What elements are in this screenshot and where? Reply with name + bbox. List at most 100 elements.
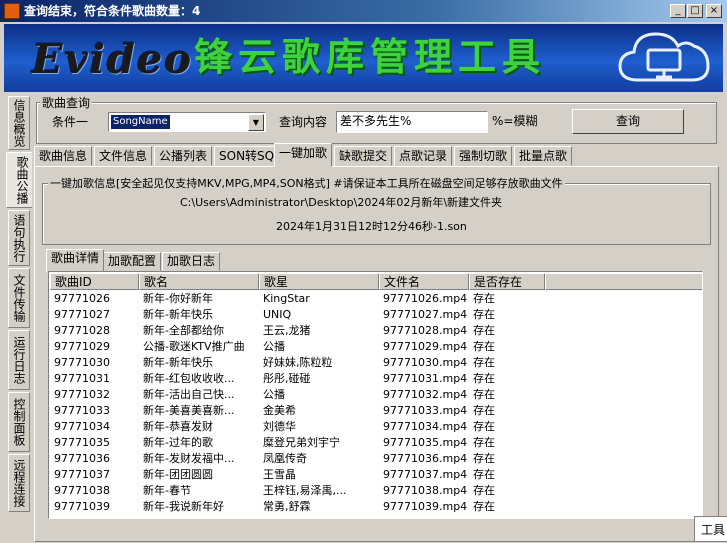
column-header-file-name[interactable]: 文件名 [379,273,469,290]
cell-song-name: 新年-新年快乐 [143,308,213,321]
table-row[interactable]: 97771039 新年-我说新年好 常勇,舒霖 97771039.mp4 存在 [50,499,702,515]
chevron-down-icon[interactable]: ▼ [248,114,264,131]
table-row[interactable]: 97771032 新年-活出自己快... 公播 97771032.mp4 存在 [50,387,702,403]
cell-song-id: 97771035 [54,436,110,449]
cell-exists: 存在 [473,356,495,369]
minimize-button[interactable]: _ [670,4,686,18]
cell-file-name: 97771031.mp4 [383,372,468,385]
tooltip: 工具 [694,516,727,542]
table-row[interactable]: 97771034 新年-恭喜发财 刘德华 97771034.mp4 存在 [50,419,702,435]
cell-singer: 公播 [263,340,285,353]
cell-song-id: 97771036 [54,452,110,465]
cell-song-name: 新年-恭喜发财 [143,420,213,433]
column-header-exists[interactable]: 是否存在 [469,273,545,290]
table-row[interactable]: 97771033 新年-美喜美喜新... 金美希 97771033.mp4 存在 [50,403,702,419]
cell-singer: 金美希 [263,404,296,417]
subtab-add-log[interactable]: 加歌日志 [162,252,221,271]
target-path: C:\Users\Administrator\Desktop\2024年02月新… [180,196,503,209]
cell-song-id: 97771038 [54,484,110,497]
window-title: 查询结束，符合条件歌曲数量：4 [24,4,201,18]
column-header-song-name[interactable]: 歌名 [139,273,259,290]
tab-force-switch[interactable]: 强制切歌 [454,146,513,166]
cloud-monitor-icon [618,32,710,82]
tab-missing-submit[interactable]: 缺歌提交 [334,146,393,166]
cell-exists: 存在 [473,468,495,481]
cell-exists: 存在 [473,340,495,353]
table-row[interactable]: 97771028 新年-全部都给你 王云,龙猪 97771028.mp4 存在 [50,323,702,339]
cell-song-id: 97771032 [54,388,110,401]
side-tab-overview[interactable]: 信息概览 [8,96,30,150]
banner: Evideo 锋云歌库管理工具 [4,24,723,92]
cell-exists: 存在 [473,500,495,513]
table-row[interactable]: 97771029 公播-歌迷KTV推广曲 公播 97771029.mp4 存在 [50,339,702,355]
subtab-add-config[interactable]: 加歌配置 [103,252,162,271]
column-header-song-id[interactable]: 歌曲ID [50,273,139,290]
tab-file-info[interactable]: 文件信息 [94,146,153,166]
side-tab-song-broadcast[interactable]: 歌曲公播 [6,152,32,208]
cell-song-id: 97771030 [54,356,110,369]
cell-exists: 存在 [473,420,495,433]
cell-singer: KingStar [263,292,310,305]
cell-singer: 王雪晶 [263,468,296,481]
side-tab-file-transfer[interactable]: 文件传输 [8,268,30,328]
cell-file-name: 97771037.mp4 [383,468,468,481]
brand-logo: Evideo [32,36,194,83]
table-row[interactable]: 97771035 新年-过年的歌 糜登兄弟刘宇宁 97771035.mp4 存在 [50,435,702,451]
tab-broadcast-list[interactable]: 公播列表 [154,146,213,166]
table-row[interactable]: 97771036 新年-发财发福中... 凤凰传奇 97771036.mp4 存在 [50,451,702,467]
tab-play-record[interactable]: 点歌记录 [394,146,453,166]
table-row[interactable]: 97771031 新年-红包收收收... 彤彤,碰碰 97771031.mp4 存在 [50,371,702,387]
cell-file-name: 97771039.mp4 [383,500,468,513]
cell-exists: 存在 [473,308,495,321]
subtab-song-detail[interactable]: 歌曲详情 [46,249,105,272]
cell-exists: 存在 [473,372,495,385]
cell-file-name: 97771036.mp4 [383,452,468,465]
song-query-label: 歌曲查询 [40,94,93,112]
cell-song-name: 新年-全部都给你 [143,324,224,337]
tab-one-click-add[interactable]: 一键加歌 [274,143,333,167]
cell-song-id: 97771028 [54,324,110,337]
cell-file-name: 97771027.mp4 [383,308,468,321]
cell-song-name: 新年-美喜美喜新... [143,404,235,417]
cell-singer: 好妹妹,陈粒粒 [263,356,333,369]
side-tab-run-log[interactable]: 运行日志 [8,330,30,390]
son-file-name: 2024年1月31日12时12分46秒-1.son [276,220,467,233]
cell-singer: 王云,龙猪 [263,324,311,337]
cell-file-name: 97771035.mp4 [383,436,468,449]
maximize-button[interactable]: □ [687,4,703,18]
table-row[interactable]: 97771027 新年-新年快乐 UNIQ 97771027.mp4 存在 [50,307,702,323]
cell-file-name: 97771030.mp4 [383,356,468,369]
table-row[interactable]: 97771038 新年-春节 王梓钰,易泽禹,... 97771038.mp4 存在 [50,483,702,499]
cell-exists: 存在 [473,388,495,401]
cell-file-name: 97771033.mp4 [383,404,468,417]
cell-song-name: 新年-发财发福中... [143,452,235,465]
cell-exists: 存在 [473,324,495,337]
side-tab-control-panel[interactable]: 控制面板 [8,392,30,452]
side-tab-sql-exec[interactable]: 语句执行 [8,210,30,266]
cell-song-id: 97771027 [54,308,110,321]
table-row[interactable]: 97771030 新年-新年快乐 好妹妹,陈粒粒 97771030.mp4 存在 [50,355,702,371]
cell-exists: 存在 [473,404,495,417]
table-row[interactable]: 97771026 新年-你好新年 KingStar 97771026.mp4 存在 [50,291,702,307]
cell-singer: 糜登兄弟刘宇宁 [263,436,340,449]
cell-file-name: 97771034.mp4 [383,420,468,433]
column-header-singer[interactable]: 歌星 [259,273,379,290]
app-icon [4,3,20,19]
cell-song-id: 97771029 [54,340,110,353]
query-content-input[interactable]: 差不多先生% [336,111,488,133]
condition-select[interactable]: SongName ▼ [108,112,266,132]
tab-song-info[interactable]: 歌曲信息 [34,146,93,166]
column-header-filler [545,273,702,290]
cell-song-name: 新年-新年快乐 [143,356,213,369]
cell-exists: 存在 [473,292,495,305]
query-button[interactable]: 查询 [572,109,684,134]
close-button[interactable]: × [706,4,722,18]
cell-song-name: 新年-红包收收收... [143,372,235,385]
tab-batch-play[interactable]: 批量点歌 [514,146,573,166]
cell-exists: 存在 [473,484,495,497]
side-tab-remote-connect[interactable]: 远程连接 [8,454,30,512]
cell-song-id: 97771037 [54,468,110,481]
table-row[interactable]: 97771037 新年-团团圆圆 王雪晶 97771037.mp4 存在 [50,467,702,483]
banner-title: 锋云歌库管理工具 [194,35,547,79]
song-list[interactable]: 歌曲ID 歌名 歌星 文件名 是否存在 97771026 新年-你好新年 KingS… [48,271,703,519]
